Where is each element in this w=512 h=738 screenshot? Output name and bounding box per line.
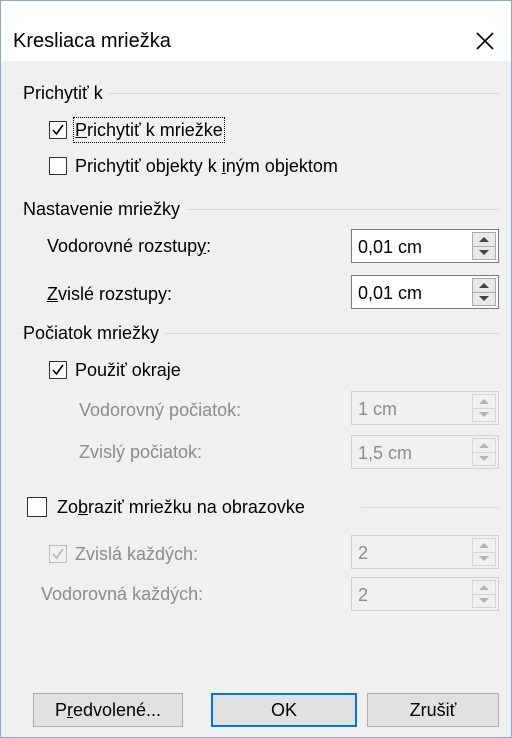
- defaults-button[interactable]: Predvolené...: [33, 693, 183, 727]
- accelerator-key: P: [75, 120, 88, 140]
- arrow-down-icon: [479, 456, 489, 461]
- spinner-buttons: [472, 232, 496, 260]
- arrow-up-icon: [479, 443, 489, 448]
- dialog-body: Prichytiť k Prichytiť k mriežke Prichyti…: [1, 61, 511, 737]
- arrow-down-icon: [479, 250, 489, 255]
- horizontal-origin-spinner[interactable]: 1 cm: [351, 391, 499, 425]
- spin-up-button[interactable]: [473, 395, 495, 409]
- spinner-buttons: [472, 438, 496, 466]
- snap-to-grid-label[interactable]: Prichytiť k mriežke: [73, 117, 225, 143]
- group-divider: [361, 507, 499, 508]
- vertical-spacing-spinner[interactable]: 0,01 cm: [351, 275, 499, 309]
- arrow-up-icon: [479, 543, 489, 548]
- spinner-value[interactable]: 2: [358, 584, 368, 606]
- accelerator-key: b: [78, 497, 89, 517]
- spin-up-button[interactable]: [473, 581, 495, 595]
- horizontal-every-spinner[interactable]: 2: [351, 577, 499, 611]
- horizontal-spacing-spinner[interactable]: 0,01 cm: [351, 229, 499, 263]
- spin-up-button[interactable]: [473, 539, 495, 553]
- group-label-snap: Prichytiť k: [23, 82, 109, 104]
- spinner-buttons: [472, 278, 496, 306]
- show-grid-label[interactable]: Zobraziť mriežku na obrazovke: [57, 496, 305, 518]
- vertical-origin-spinner[interactable]: 1,5 cm: [351, 435, 499, 469]
- title-bar: Kresliaca mriežka: [1, 1, 511, 61]
- spinner-value[interactable]: 2: [358, 542, 368, 564]
- arrow-up-icon: [479, 585, 489, 590]
- spin-up-button[interactable]: [473, 279, 495, 293]
- label-text: ným objektom: [225, 156, 338, 176]
- checkmark-icon: [52, 124, 64, 136]
- snap-to-objects-label[interactable]: Prichytiť objekty k iným objektom: [75, 155, 338, 177]
- label-text: vislé rozstupy:: [58, 284, 173, 304]
- use-margins-label[interactable]: Použiť okraje: [75, 359, 181, 381]
- spin-down-button[interactable]: [473, 408, 495, 421]
- spin-down-button[interactable]: [473, 246, 495, 259]
- accelerator-key: Z: [47, 284, 58, 304]
- show-grid-checkbox[interactable]: [27, 497, 47, 517]
- spinner-value[interactable]: 0,01 cm: [358, 236, 422, 258]
- group-label-grid-origin: Počiatok mriežky: [23, 322, 166, 344]
- accelerator-key: y: [197, 236, 207, 256]
- vertical-every-label[interactable]: Zvislá každých:: [75, 543, 198, 565]
- spinner-value[interactable]: 1,5 cm: [358, 442, 412, 464]
- spinner-value[interactable]: 1 cm: [358, 398, 397, 420]
- horizontal-origin-label: Vodorovný počiatok:: [79, 400, 242, 420]
- horizontal-spacing-label: Vodorovné rozstupy:: [47, 235, 211, 257]
- arrow-down-icon: [479, 296, 489, 301]
- arrow-down-icon: [479, 556, 489, 561]
- snap-to-objects-checkbox[interactable]: [49, 157, 67, 175]
- label-text: P: [54, 700, 67, 720]
- horizontal-every-label: Vodorovná každých:: [41, 584, 204, 604]
- spinner-buttons: [472, 580, 496, 608]
- checkmark-icon: [52, 364, 64, 376]
- spin-up-button[interactable]: [473, 233, 495, 247]
- label-text: Vodorovné rozstup: [47, 236, 198, 256]
- arrow-up-icon: [479, 237, 489, 242]
- label-text: edvolené...: [72, 700, 162, 720]
- vertical-every-spinner[interactable]: 2: [351, 535, 499, 569]
- use-margins-checkbox[interactable]: [49, 361, 67, 379]
- arrow-up-icon: [479, 399, 489, 404]
- spin-down-button[interactable]: [473, 292, 495, 305]
- vertical-every-checkbox[interactable]: [49, 545, 67, 563]
- spinner-value[interactable]: 0,01 cm: [358, 282, 422, 304]
- arrow-down-icon: [479, 598, 489, 603]
- spin-up-button[interactable]: [473, 439, 495, 453]
- spin-down-button[interactable]: [473, 452, 495, 465]
- label-text: richytiť k mriežke: [87, 120, 223, 140]
- label-text: Prichytiť objekty k: [75, 156, 222, 176]
- close-icon: [476, 32, 494, 50]
- checkmark-icon: [52, 548, 64, 560]
- vertical-spacing-label: Zvislé rozstupy:: [47, 283, 172, 305]
- label-text: :: [206, 236, 212, 256]
- snap-to-grid-checkbox[interactable]: [49, 121, 67, 139]
- vertical-origin-label: Zvislý počiatok:: [79, 442, 203, 462]
- spin-down-button[interactable]: [473, 594, 495, 607]
- label-text: Použiť okra: [75, 360, 167, 380]
- close-button[interactable]: [465, 21, 505, 61]
- grid-dialog: Kresliaca mriežka Prichytiť k Prichytiť …: [0, 0, 512, 738]
- ok-button[interactable]: OK: [211, 693, 357, 727]
- dialog-title: Kresliaca mriežka: [13, 30, 171, 52]
- cancel-button[interactable]: Zrušiť: [367, 693, 499, 727]
- arrow-up-icon: [479, 283, 489, 288]
- spinner-buttons: [472, 538, 496, 566]
- label-text: Zo: [57, 497, 79, 517]
- spinner-buttons: [472, 394, 496, 422]
- label-text: e: [170, 360, 181, 380]
- spin-down-button[interactable]: [473, 552, 495, 565]
- arrow-down-icon: [479, 412, 489, 417]
- group-label-grid-settings: Nastavenie mriežky: [23, 198, 187, 220]
- label-text: raziť mriežku na obrazovke: [88, 497, 305, 517]
